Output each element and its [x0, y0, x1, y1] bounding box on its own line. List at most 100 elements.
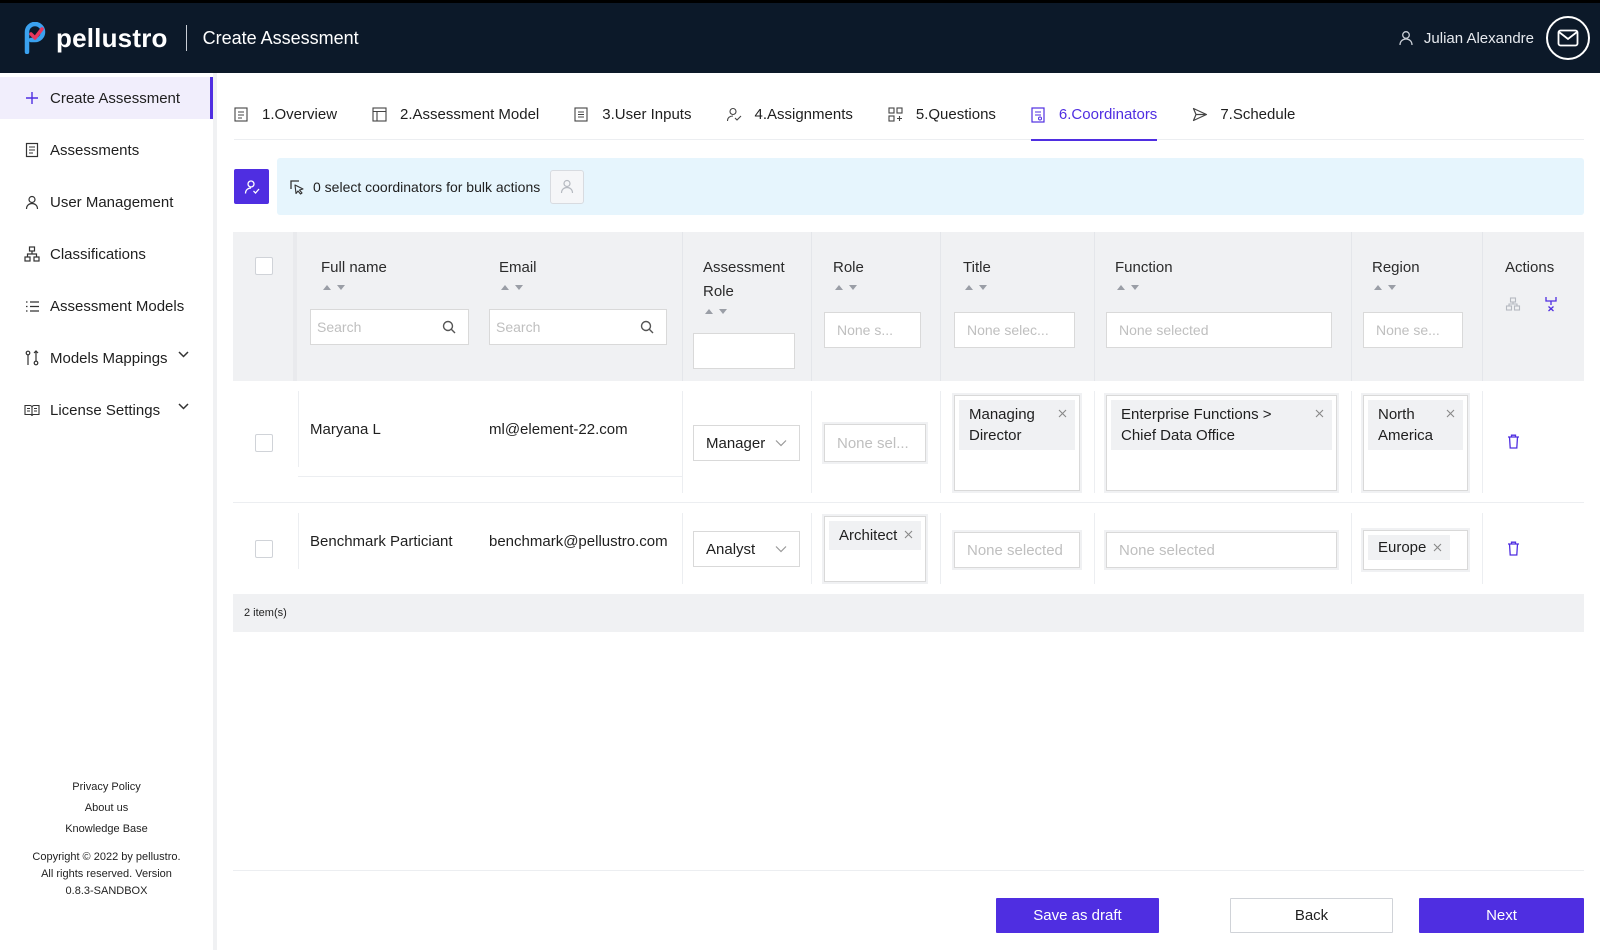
- sort-icon[interactable]: [499, 282, 537, 292]
- header-email[interactable]: Email: [499, 256, 537, 292]
- about-us-link[interactable]: About us: [0, 802, 213, 814]
- sidebar: Create Assessment Assessments User Manag…: [0, 73, 217, 950]
- add-coordinator-button[interactable]: [234, 169, 269, 204]
- row-checkbox[interactable]: [255, 540, 273, 558]
- assessment-role-select[interactable]: Manager: [693, 425, 800, 461]
- delete-icon[interactable]: [1507, 541, 1520, 556]
- region-filter-select[interactable]: None se...: [1363, 312, 1463, 348]
- user-icon: [560, 179, 574, 194]
- region-select[interactable]: North America: [1363, 395, 1468, 491]
- close-icon[interactable]: [904, 530, 913, 539]
- sidebar-item-assessments[interactable]: Assessments: [0, 129, 213, 171]
- tab-label: 4.Assignments: [754, 106, 853, 123]
- clipboard-user-icon: [1031, 107, 1047, 123]
- row-divider: [298, 513, 299, 569]
- header-label: Function: [1115, 259, 1173, 276]
- close-icon[interactable]: [1446, 409, 1455, 418]
- send-icon: [1192, 107, 1208, 123]
- header-full-name[interactable]: Full name: [321, 256, 387, 292]
- bulk-hierarchy-icon[interactable]: [1505, 296, 1521, 312]
- title-select[interactable]: None selected: [954, 532, 1080, 568]
- column-divider: [1094, 232, 1095, 381]
- chevron-down-icon[interactable]: [178, 403, 189, 410]
- cell-full-name: Benchmark Particiant: [310, 533, 453, 550]
- header-function[interactable]: Function: [1115, 256, 1173, 292]
- tag-label: Architect: [839, 527, 898, 544]
- user-icon: [1398, 30, 1414, 46]
- privacy-policy-link[interactable]: Privacy Policy: [0, 781, 213, 793]
- header-label: Assessment: [703, 259, 785, 276]
- sort-icon[interactable]: [1372, 282, 1420, 292]
- tab-user-inputs[interactable]: 3.User Inputs: [574, 98, 691, 140]
- sort-icon[interactable]: [1115, 282, 1173, 292]
- sidebar-item-models-mappings[interactable]: Models Mappings: [0, 337, 213, 379]
- column-divider: [293, 232, 297, 381]
- column-divider: [1351, 232, 1352, 381]
- user-assign-icon: [726, 107, 742, 123]
- chevron-down-icon[interactable]: [178, 351, 189, 358]
- header-label: Role: [833, 259, 864, 276]
- sidebar-item-label: Assessments: [50, 141, 140, 159]
- user-name[interactable]: Julian Alexandre: [1424, 30, 1534, 47]
- next-button[interactable]: Next: [1419, 898, 1584, 933]
- tab-assessment-model[interactable]: 2.Assessment Model: [372, 98, 539, 140]
- sidebar-item-classifications[interactable]: Classifications: [0, 233, 213, 275]
- role-select[interactable]: Architect: [824, 516, 926, 582]
- title-select[interactable]: Managing Director: [954, 395, 1080, 491]
- sidebar-item-label: License Settings: [50, 401, 161, 419]
- search-icon: [640, 320, 654, 334]
- tab-assignments[interactable]: 4.Assignments: [726, 98, 853, 140]
- tab-questions[interactable]: 5.Questions: [888, 98, 996, 140]
- function-filter-select[interactable]: None selected: [1106, 312, 1332, 348]
- title-filter-select[interactable]: None selec...: [954, 312, 1075, 348]
- knowledge-base-link[interactable]: Knowledge Base: [0, 823, 213, 835]
- select-all-checkbox[interactable]: [255, 257, 273, 275]
- header-region[interactable]: Region: [1372, 256, 1420, 292]
- row-divider: [1351, 391, 1352, 493]
- header-label: Role: [703, 283, 734, 300]
- close-icon[interactable]: [1433, 543, 1442, 552]
- sidebar-item-user-management[interactable]: User Management: [0, 181, 213, 223]
- sort-icon[interactable]: [321, 282, 387, 292]
- tab-label: 5.Questions: [915, 106, 996, 123]
- close-icon[interactable]: [1058, 409, 1067, 418]
- app-header: pellustro Create Assessment Julian Alexa…: [0, 0, 1600, 73]
- tab-overview[interactable]: 1.Overview: [234, 98, 337, 140]
- header-assessment-role[interactable]: Assessment Role: [703, 256, 785, 316]
- sort-icon[interactable]: [703, 306, 785, 316]
- bulk-unmap-icon[interactable]: [1543, 296, 1559, 312]
- sort-icon[interactable]: [833, 282, 864, 292]
- header-role[interactable]: Role: [833, 256, 864, 292]
- row-checkbox[interactable]: [255, 434, 273, 452]
- delete-icon[interactable]: [1507, 434, 1520, 449]
- region-select[interactable]: Europe: [1363, 530, 1468, 570]
- full-name-search-input[interactable]: Search: [310, 309, 469, 345]
- tab-schedule[interactable]: 7.Schedule: [1192, 98, 1295, 140]
- sidebar-item-create-assessment[interactable]: Create Assessment: [0, 77, 213, 119]
- sidebar-item-license-settings[interactable]: License Settings: [0, 389, 213, 431]
- mail-button[interactable]: [1546, 16, 1590, 60]
- header-title[interactable]: Title: [963, 256, 991, 292]
- role-filter-select[interactable]: None s...: [824, 312, 921, 348]
- tab-coordinators[interactable]: 6.Coordinators: [1030, 98, 1158, 141]
- assessment-role-filter-input[interactable]: [693, 333, 795, 369]
- close-icon[interactable]: [1315, 409, 1324, 418]
- function-select[interactable]: Enterprise Functions > Chief Data Office: [1106, 395, 1337, 491]
- header-label: Full name: [321, 259, 387, 276]
- bulk-assign-user-button[interactable]: [550, 169, 585, 204]
- function-select[interactable]: None selected: [1106, 532, 1337, 568]
- function-filter-placeholder: None selected: [1119, 322, 1209, 338]
- save-as-draft-button[interactable]: Save as draft: [996, 898, 1159, 933]
- back-button[interactable]: Back: [1230, 898, 1393, 933]
- row-divider: [1094, 513, 1095, 584]
- sort-icon[interactable]: [963, 282, 991, 292]
- chevron-down-icon: [775, 545, 787, 553]
- email-search-input[interactable]: Search: [489, 309, 667, 345]
- column-divider: [811, 232, 812, 381]
- sidebar-item-assessment-models[interactable]: Assessment Models: [0, 285, 213, 327]
- brand-name: pellustro: [56, 22, 168, 53]
- assessment-role-select[interactable]: Analyst: [693, 531, 800, 567]
- role-select[interactable]: None sel...: [824, 424, 926, 462]
- brand-logo[interactable]: pellustro: [22, 22, 168, 54]
- clipboard-icon: [24, 142, 40, 158]
